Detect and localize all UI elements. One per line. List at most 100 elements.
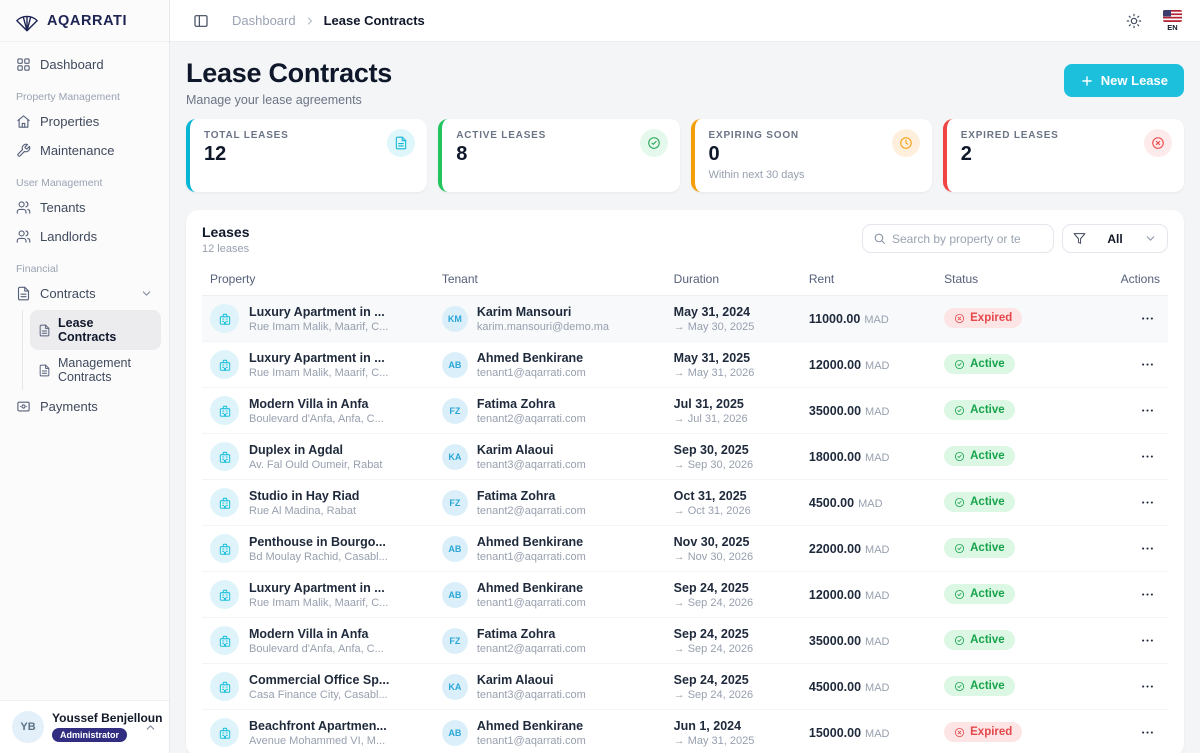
search-input[interactable]: [892, 232, 1043, 246]
property-address: Casa Finance City, Casabl...: [249, 689, 389, 701]
table-row[interactable]: Duplex in AgdalAv. Fal Ould Oumeir, Raba…: [202, 434, 1168, 480]
app-root: AQARRATI DashboardProperty ManagementPro…: [0, 0, 1200, 753]
tenant-cell: FZFatima Zohratenant2@aqarrati.com: [442, 397, 658, 425]
property-cell: Studio in Hay RiadRue Al Madina, Rabat: [210, 488, 426, 517]
stat-icon-wrap: [640, 129, 668, 157]
sidebar-nav: DashboardProperty ManagementPropertiesMa…: [0, 42, 169, 700]
sidebar-item-properties[interactable]: Properties: [8, 107, 161, 136]
row-actions-button[interactable]: [1134, 354, 1160, 376]
table-row[interactable]: Modern Villa in AnfaBoulevard d'Anfa, An…: [202, 618, 1168, 664]
tenant-text: Ahmed Benkiranetenant1@aqarrati.com: [477, 351, 586, 379]
page-subtitle: Manage your lease agreements: [186, 93, 392, 107]
property-name: Modern Villa in Anfa: [249, 397, 384, 411]
table-row[interactable]: Luxury Apartment in ...Rue Imam Malik, M…: [202, 296, 1168, 342]
ellipsis-icon: [1140, 449, 1155, 464]
user-menu[interactable]: YB Youssef Benjelloun Administrator: [0, 700, 169, 753]
theme-toggle-button[interactable]: [1121, 8, 1147, 34]
table-row[interactable]: Commercial Office Sp... Casa Finance City…: [202, 664, 1168, 710]
file-icon: [38, 324, 51, 337]
rent-amount: 15000.00: [809, 726, 861, 740]
building-icon: [218, 588, 232, 602]
sidebar-item-dashboard[interactable]: Dashboard: [8, 50, 161, 79]
sidebar-item-landlords[interactable]: Landlords: [8, 222, 161, 251]
brand-name: AQARRATI: [47, 13, 127, 29]
row-actions-button[interactable]: [1134, 630, 1160, 652]
lease-end-date: → Jul 31, 2026: [674, 413, 793, 425]
topbar-right: EN: [1121, 8, 1182, 34]
status-badge: Active: [944, 676, 1015, 696]
row-actions-button[interactable]: [1134, 676, 1160, 698]
main-area: Dashboard Lease Contracts EN: [170, 0, 1200, 753]
leases-title: Leases: [202, 224, 249, 240]
sidebar-subitem-label: Management Contracts: [58, 356, 153, 384]
building-icon-wrap: [210, 672, 239, 701]
sidebar-subitem-management-contracts[interactable]: Management Contracts: [30, 350, 161, 390]
row-actions-button[interactable]: [1134, 584, 1160, 606]
nav-section-label-financial: Financial: [8, 251, 161, 279]
new-lease-button[interactable]: New Lease: [1064, 64, 1184, 97]
tenant-cell: KAKarim Alaouitenant3@aqarrati.com: [442, 673, 658, 701]
property-name: Commercial Office Sp...: [249, 673, 389, 687]
document-icon: [394, 136, 408, 150]
sidebar-item-label: Properties: [40, 114, 99, 129]
building-icon: [218, 496, 232, 510]
table-row[interactable]: Beachfront Apartmen...Avenue Mohammed VI…: [202, 710, 1168, 753]
status-label: Expired: [970, 312, 1012, 324]
building-icon: [218, 358, 232, 372]
table-row[interactable]: Modern Villa in AnfaBoulevard d'Anfa, An…: [202, 388, 1168, 434]
chevron-up-icon: [144, 721, 157, 734]
nav-section-label-user-management: User Management: [8, 165, 161, 193]
stat-label: TOTAL LEASES: [204, 130, 413, 141]
row-actions-button[interactable]: [1134, 722, 1160, 744]
tenant-cell: ABAhmed Benkiranetenant1@aqarrati.com: [442, 535, 658, 563]
tenant-avatar: AB: [442, 352, 468, 378]
sidebar-item-tenants[interactable]: Tenants: [8, 193, 161, 222]
property-address: Av. Fal Ould Oumeir, Rabat: [249, 459, 382, 471]
language-switcher[interactable]: EN: [1163, 10, 1182, 32]
sidebar-item-payments[interactable]: Payments: [8, 392, 161, 421]
rent-currency: MAD: [865, 636, 889, 648]
sidebar-item-contracts[interactable]: Contracts: [8, 279, 161, 308]
row-actions-button[interactable]: [1134, 492, 1160, 514]
brand[interactable]: AQARRATI: [0, 0, 169, 42]
property-cell: Penthouse in Bourgo...Bd Moulay Rachid, …: [210, 534, 426, 563]
status-filter-dropdown[interactable]: All: [1062, 224, 1168, 253]
table-row[interactable]: Luxury Apartment in ...Rue Imam Malik, M…: [202, 572, 1168, 618]
tenant-avatar: FZ: [442, 490, 468, 516]
lease-end-date: → May 30, 2025: [674, 321, 793, 333]
status-label: Active: [970, 588, 1005, 600]
sidebar-subitem-lease-contracts[interactable]: Lease Contracts: [30, 310, 161, 350]
tenant-name: Ahmed Benkirane: [477, 581, 586, 595]
table-row[interactable]: Studio in Hay RiadRue Al Madina, Rabat FZ…: [202, 480, 1168, 526]
rent-amount: 22000.00: [809, 542, 861, 556]
lease-start-date: May 31, 2024: [674, 305, 793, 319]
stat-note: Within next 30 days: [709, 169, 918, 181]
tenant-avatar: KA: [442, 444, 468, 470]
rent-currency: MAD: [864, 314, 888, 326]
lease-end-date: → May 31, 2025: [674, 735, 793, 747]
row-actions-button[interactable]: [1134, 400, 1160, 422]
sidebar-item-maintenance[interactable]: Maintenance: [8, 136, 161, 165]
search-icon: [873, 232, 886, 245]
breadcrumb-dashboard[interactable]: Dashboard: [232, 13, 296, 28]
funnel-icon: [1073, 232, 1086, 245]
leases-title-block: Leases 12 leases: [202, 224, 249, 255]
check-circle-icon: [954, 681, 965, 692]
lease-end-date: → Oct 31, 2026: [674, 505, 793, 517]
property-name: Beachfront Apartmen...: [249, 719, 387, 733]
tenant-cell: KAKarim Alaouitenant3@aqarrati.com: [442, 443, 658, 471]
row-actions-button[interactable]: [1134, 446, 1160, 468]
row-actions-button[interactable]: [1134, 538, 1160, 560]
sidebar-toggle-button[interactable]: [188, 8, 214, 34]
ellipsis-icon: [1140, 587, 1155, 602]
table-row[interactable]: Luxury Apartment in ...Rue Imam Malik, M…: [202, 342, 1168, 388]
rent-amount: 12000.00: [809, 588, 861, 602]
stat-value: 8: [456, 143, 665, 166]
tenant-cell: FZFatima Zohratenant2@aqarrati.com: [442, 627, 658, 655]
banknote-icon: [16, 399, 31, 414]
table-row[interactable]: Penthouse in Bourgo...Bd Moulay Rachid, …: [202, 526, 1168, 572]
tenant-name: Ahmed Benkirane: [477, 535, 586, 549]
tenant-avatar: AB: [442, 536, 468, 562]
lease-start-date: Sep 24, 2025: [674, 581, 793, 595]
row-actions-button[interactable]: [1134, 308, 1160, 330]
